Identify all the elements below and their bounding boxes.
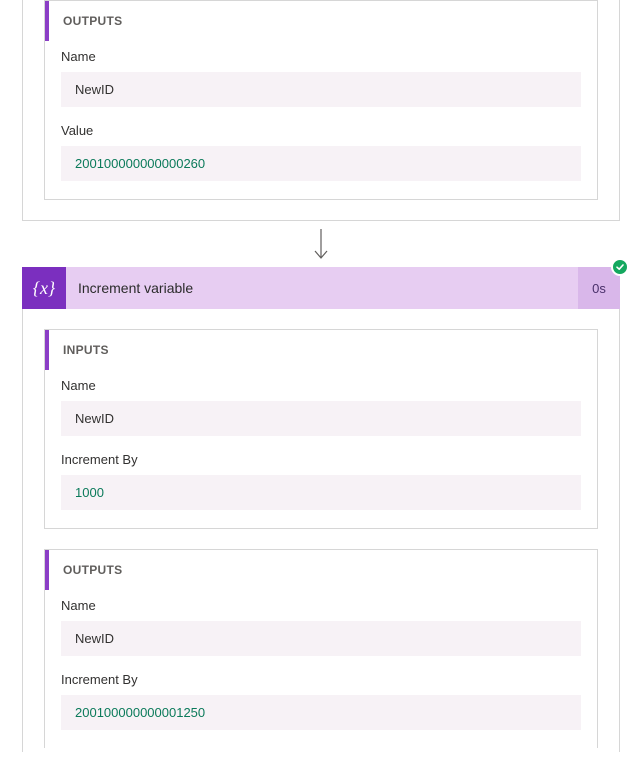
input-name-value[interactable]: NewID bbox=[61, 401, 581, 436]
output2-name-field: Name NewID bbox=[61, 598, 581, 656]
inputs-body: Name NewID Increment By 1000 bbox=[45, 370, 597, 528]
success-badge bbox=[611, 258, 629, 276]
action-title: Increment variable bbox=[66, 267, 578, 309]
outputs-header: OUTPUTS bbox=[45, 1, 597, 41]
input-name-label: Name bbox=[61, 378, 581, 393]
previous-action-card: OUTPUTS Name NewID Value 200100000000000… bbox=[22, 0, 620, 221]
inputs-header: INPUTS bbox=[45, 330, 597, 370]
output-name-value[interactable]: NewID bbox=[61, 72, 581, 107]
input-increment-label: Increment By bbox=[61, 452, 581, 467]
input-name-field: Name NewID bbox=[61, 378, 581, 436]
outputs-header-label-2: OUTPUTS bbox=[49, 563, 122, 577]
outputs-section: OUTPUTS Name NewID Value 200100000000000… bbox=[44, 0, 598, 200]
arrow-down-icon bbox=[311, 227, 331, 263]
variable-icon-text: {x} bbox=[33, 278, 55, 299]
input-increment-field: Increment By 1000 bbox=[61, 452, 581, 510]
output2-name-value[interactable]: NewID bbox=[61, 621, 581, 656]
output2-name-label: Name bbox=[61, 598, 581, 613]
output2-increment-label: Increment By bbox=[61, 672, 581, 687]
outputs-body-2: Name NewID Increment By 2001000000000012… bbox=[45, 590, 597, 748]
outputs-header-2: OUTPUTS bbox=[45, 550, 597, 590]
increment-variable-card: INPUTS Name NewID Increment By 1000 OUTP… bbox=[22, 309, 620, 752]
output-name-field: Name NewID bbox=[61, 49, 581, 107]
connector-arrow bbox=[0, 227, 642, 263]
output-name-label: Name bbox=[61, 49, 581, 64]
variable-icon: {x} bbox=[22, 267, 66, 309]
inputs-section: INPUTS Name NewID Increment By 1000 bbox=[44, 329, 598, 529]
output2-increment-field: Increment By 200100000000001250 bbox=[61, 672, 581, 730]
inputs-header-label: INPUTS bbox=[49, 343, 109, 357]
outputs-header-label: OUTPUTS bbox=[49, 14, 122, 28]
outputs-section-2: OUTPUTS Name NewID Increment By 20010000… bbox=[44, 549, 598, 748]
output-value-value[interactable]: 200100000000000260 bbox=[61, 146, 581, 181]
output-value-label: Value bbox=[61, 123, 581, 138]
output2-increment-value[interactable]: 200100000000001250 bbox=[61, 695, 581, 730]
input-increment-value[interactable]: 1000 bbox=[61, 475, 581, 510]
checkmark-icon bbox=[615, 262, 625, 272]
output-value-field: Value 200100000000000260 bbox=[61, 123, 581, 181]
outputs-body: Name NewID Value 200100000000000260 bbox=[45, 41, 597, 199]
action-header[interactable]: {x} Increment variable 0s bbox=[22, 267, 620, 309]
